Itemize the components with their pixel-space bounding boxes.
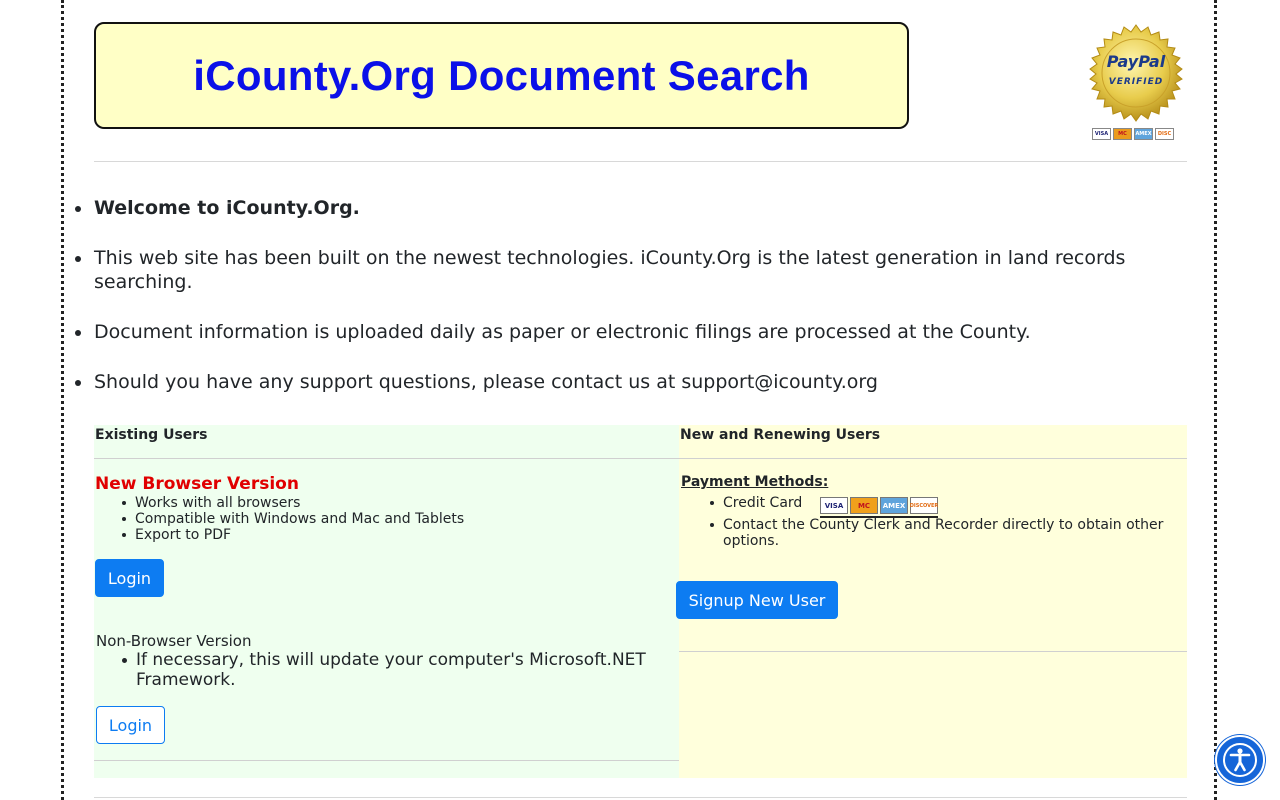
page-title: iCounty.Org Document Search (193, 51, 810, 99)
new-users-heading: New and Renewing Users (680, 427, 881, 443)
non-browser-login-button[interactable]: Login (96, 706, 165, 744)
paypal-brand-text: PayPal (1106, 52, 1166, 71)
paypal-seal-icon (1089, 24, 1183, 122)
accepted-cards-small: VISA MC AMEX DISC (1092, 128, 1174, 140)
existing-users-panel: Existing Users New Browser Version Works… (94, 425, 679, 778)
list-item: Contact the County Clerk and Recorder di… (710, 517, 1183, 549)
panel-divider (94, 760, 679, 761)
payment-methods-list: Credit Card Contact the County Clerk and… (710, 495, 1183, 549)
panel-divider (94, 458, 679, 459)
site-banner: iCounty.Org Document Search (94, 22, 909, 129)
discover-card-icon: DISCOVER (910, 497, 938, 514)
list-item: Works with all browsers (121, 495, 464, 511)
payment-methods-heading: Payment Methods: (681, 474, 829, 490)
non-browser-title: Non-Browser Version (96, 632, 252, 650)
amex-card-icon: AMEX (880, 497, 908, 514)
mastercard-icon: MC (850, 497, 878, 514)
amex-card-icon: AMEX (1134, 128, 1153, 140)
non-browser-notes: If necessary, this will update your comp… (122, 650, 676, 690)
list-item: If necessary, this will update your comp… (122, 650, 676, 690)
mastercard-icon: MC (1113, 128, 1132, 140)
visa-card-icon: VISA (1092, 128, 1111, 140)
list-item: Export to PDF (121, 527, 464, 543)
existing-users-heading: Existing Users (95, 427, 208, 443)
browser-features-list: Works with all browsers Compatible with … (121, 495, 465, 543)
list-item: Welcome to iCounty.Org. (75, 196, 1187, 220)
accessibility-icon (1223, 743, 1257, 777)
list-item: This web site has been built on the newe… (75, 246, 1187, 294)
paypal-verified-badge[interactable]: PayPal VERIFIED VISA MC AMEX DISC (1087, 24, 1185, 144)
new-users-panel: New and Renewing Users Payment Methods: … (676, 425, 1187, 778)
signup-new-user-button[interactable]: Signup New User (676, 581, 838, 619)
list-item: Should you have any support questions, p… (75, 370, 1187, 394)
visa-card-icon: VISA (820, 497, 848, 514)
login-button[interactable]: Login (95, 559, 164, 597)
panel-divider (679, 651, 1187, 652)
credit-card-logos: VISA MC AMEX DISCOVER (820, 497, 938, 518)
accessibility-button[interactable] (1215, 735, 1265, 785)
header-divider (94, 161, 1187, 162)
footer-divider (94, 797, 1187, 798)
paypal-verified-text: VERIFIED (1108, 77, 1164, 87)
user-panels: Existing Users New Browser Version Works… (94, 425, 1187, 778)
list-item: Document information is uploaded daily a… (75, 320, 1187, 344)
list-item: Compatible with Windows and Mac and Tabl… (121, 511, 465, 527)
panel-divider (679, 458, 1187, 459)
intro-list: Welcome to iCounty.Org. This web site ha… (75, 196, 1187, 420)
discover-card-icon: DISC (1155, 128, 1174, 140)
new-browser-title: New Browser Version (95, 474, 299, 494)
list-item: Credit Card (710, 495, 1183, 511)
